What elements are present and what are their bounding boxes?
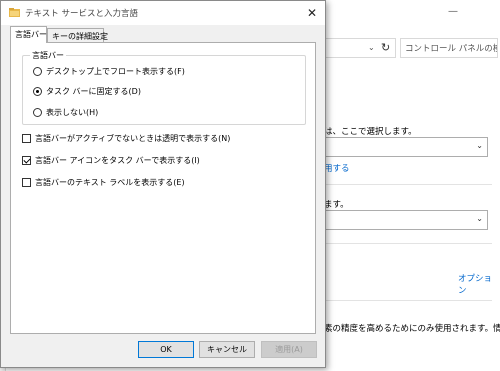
radio-label: デスクトップ上でフロート表示する(F) [46, 67, 185, 76]
apply-button[interactable]: 適用(A) [261, 341, 317, 358]
radio-label: タスク バーに固定する(D) [46, 87, 141, 96]
background-text: は、ここで選択します。 [324, 127, 417, 137]
background-text: ます。 [324, 200, 349, 210]
checkbox[interactable] [22, 178, 31, 187]
close-button[interactable]: ✕ [301, 3, 323, 23]
checkbox[interactable] [22, 134, 31, 143]
chevron-down-icon[interactable]: ⌄ [368, 43, 375, 52]
tab-panel: 言語バー デスクトップ上でフロート表示する(F) タスク バーに固定する(D) … [10, 42, 316, 334]
background-minimize-icon[interactable]: — [448, 6, 458, 17]
checkbox-label: 言語バー アイコンをタスク バーで表示する(I) [35, 156, 200, 165]
ok-button[interactable]: OK [138, 341, 194, 358]
radio-label: 表示しない(H) [46, 108, 99, 117]
radio-button[interactable] [33, 108, 42, 117]
radio-button[interactable] [33, 67, 42, 76]
radio-button[interactable] [33, 87, 42, 96]
background-select[interactable]: ⌄ [322, 210, 488, 230]
refresh-icon[interactable]: ↻ [381, 41, 390, 54]
chevron-down-icon: ⌄ [476, 214, 483, 223]
checkbox-label: 言語バーがアクティブでないときは透明で表示する(N) [35, 134, 231, 143]
tab-advanced-key-settings[interactable]: キーの詳細設定 [47, 28, 108, 42]
tab-language-bar[interactable]: 言語バー [10, 26, 47, 43]
background-select[interactable]: ⌄ [322, 137, 488, 157]
folder-icon [9, 8, 20, 17]
checkbox[interactable] [22, 156, 31, 165]
group-label: 言語バー [30, 50, 66, 61]
background-link[interactable]: 用する [324, 162, 350, 174]
divider [322, 300, 492, 301]
background-search-input[interactable]: コントロール パネルの検索 [400, 38, 498, 58]
title-bar[interactable]: テキスト サービスと入力言語 ✕ [1, 1, 325, 25]
text-services-dialog: テキスト サービスと入力言語 ✕ 言語バー キーの詳細設定 言語バー デスクトッ… [0, 0, 326, 368]
language-bar-group: 言語バー デスクトップ上でフロート表示する(F) タスク バーに固定する(D) … [22, 50, 306, 125]
divider [322, 243, 492, 244]
background-text: 素の精度を高めるためにのみ使用されます。情報が [324, 324, 500, 334]
background-address-bar[interactable]: ⌄ ↻ [322, 38, 396, 58]
dialog-title: テキスト サービスと入力言語 [25, 9, 138, 19]
options-link[interactable]: オプション [458, 272, 500, 296]
chevron-down-icon: ⌄ [476, 141, 483, 150]
checkbox-label: 言語バーのテキスト ラベルを表示する(E) [35, 178, 185, 187]
divider [322, 184, 492, 185]
cancel-button[interactable]: キャンセル [199, 341, 255, 358]
